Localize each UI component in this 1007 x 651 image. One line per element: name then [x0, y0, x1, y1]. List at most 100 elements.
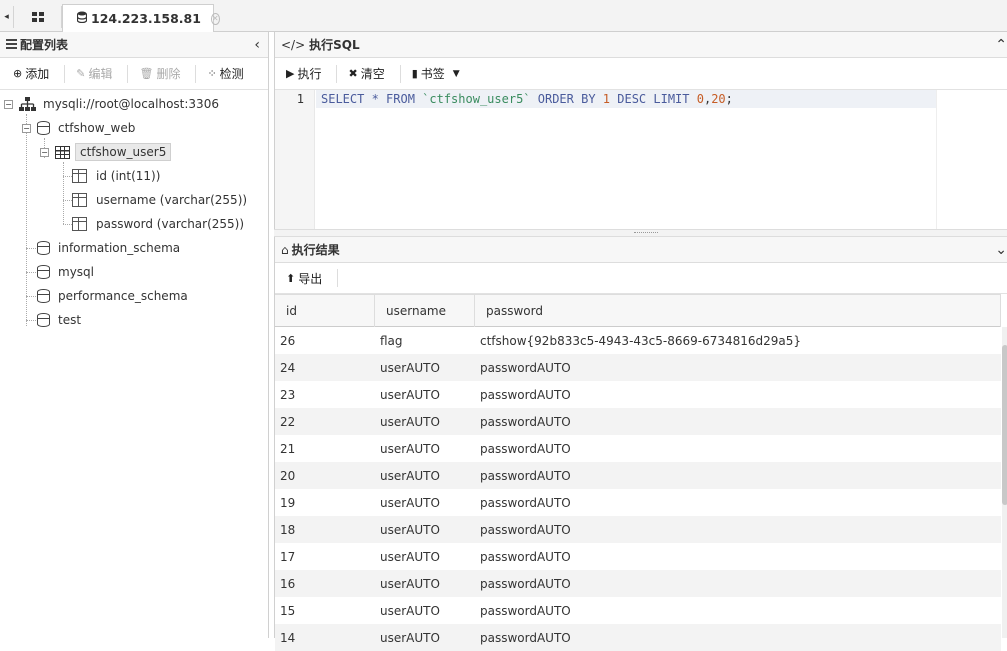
table-cell-password[interactable]: passwordAUTO	[480, 543, 571, 570]
collapse-icon[interactable]: ‹	[254, 37, 260, 53]
tree-node-column-id[interactable]: id (int(11))	[72, 166, 160, 186]
collapse-toggle-icon[interactable]: −	[4, 99, 13, 109]
table-cell-id[interactable]: 16	[280, 570, 295, 597]
column-icon	[72, 217, 87, 231]
table-cell-password[interactable]: passwordAUTO	[480, 489, 571, 516]
tree-node-connection[interactable]: − mysqli://root@localhost:3306	[4, 94, 219, 114]
table-cell-username[interactable]: userAUTO	[380, 354, 440, 381]
close-icon[interactable]: ✕	[210, 12, 220, 25]
print-margin	[936, 90, 937, 230]
tree-node-db-information-schema[interactable]: information_schema	[37, 238, 180, 258]
table-row[interactable]: 17 userAUTO passwordAUTO	[275, 543, 1001, 570]
table-cell-password[interactable]: passwordAUTO	[480, 597, 571, 624]
close-icon: ✖	[348, 67, 358, 80]
table-cell-username[interactable]: userAUTO	[380, 435, 440, 462]
table-cell-id[interactable]: 26	[280, 327, 295, 354]
table-cell-username[interactable]: userAUTO	[380, 597, 440, 624]
table-cell-password[interactable]: passwordAUTO	[480, 354, 571, 381]
table-cell-id[interactable]: 19	[280, 489, 295, 516]
table-cell-password[interactable]: passwordAUTO	[480, 516, 571, 543]
table-cell-id[interactable]: 17	[280, 543, 295, 570]
table-cell-username[interactable]: flag	[380, 327, 403, 354]
table-row[interactable]: 15 userAUTO passwordAUTO	[275, 597, 1001, 624]
execute-sql-panel: </> 执行SQL ⌃ ▶ 执行 ✖ 清空 ▮ 书签 ▼ 1 SELECT * FROM…	[274, 32, 1007, 230]
tree-node-label: mysqli://root@localhost:3306	[43, 97, 219, 111]
collapse-toggle-icon[interactable]: −	[40, 147, 49, 157]
server-tree-icon	[19, 97, 36, 111]
delete-button[interactable]: 🗑 删除	[134, 63, 185, 85]
check-button[interactable]: ⁘ 检测	[202, 63, 248, 85]
table-cell-password[interactable]: passwordAUTO	[480, 435, 571, 462]
table-cell-id[interactable]: 21	[280, 435, 295, 462]
play-icon: ▶	[286, 67, 295, 80]
table-cell-username[interactable]: userAUTO	[380, 570, 440, 597]
tree-node-db-test[interactable]: test	[37, 310, 81, 330]
table-cell-username[interactable]: userAUTO	[380, 489, 440, 516]
panel-title: 配置列表	[20, 38, 69, 52]
bookmark-dropdown-button[interactable]: ▮ 书签 ▼	[407, 63, 465, 85]
result-toolbar: ⬆ 导出	[275, 263, 1007, 294]
column-header-id[interactable]: id	[275, 295, 375, 327]
tree-guide-line	[63, 200, 72, 201]
spinner-icon: ⁘	[207, 67, 217, 80]
table-cell-id[interactable]: 20	[280, 462, 295, 489]
table-row[interactable]: 19 userAUTO passwordAUTO	[275, 489, 1001, 516]
panel-title: 执行结果	[291, 243, 340, 257]
column-header-password[interactable]: password	[475, 295, 1001, 327]
tab-connection[interactable]: 124.223.158.81 ✕	[62, 4, 220, 32]
tree-guide-line	[26, 114, 27, 326]
scrollbar-thumb[interactable]	[1002, 345, 1007, 505]
table-cell-id[interactable]: 22	[280, 408, 295, 435]
config-list-panel: 配置列表 ‹ ⊕ 添加 ✎ 编辑 🗑 删除 ⁘ 检测 − mysqli://root@l…	[0, 32, 269, 638]
add-button[interactable]: ⊕ 添加	[8, 63, 54, 85]
table-row[interactable]: 16 userAUTO passwordAUTO	[275, 570, 1001, 597]
table-cell-password[interactable]: passwordAUTO	[480, 570, 571, 597]
table-cell-password[interactable]: passwordAUTO	[480, 462, 571, 489]
table-cell-id[interactable]: 18	[280, 516, 295, 543]
tree-guide-line	[26, 248, 36, 249]
grid-icon[interactable]	[14, 6, 62, 28]
table-row[interactable]: 24 userAUTO passwordAUTO	[275, 354, 1001, 381]
tree-node-table-ctfshow-user5[interactable]: − ctfshow_user5	[40, 142, 172, 162]
tab-scroll-left-button[interactable]: ◂	[0, 6, 14, 28]
table-row[interactable]: 20 userAUTO passwordAUTO	[275, 462, 1001, 489]
edit-button[interactable]: ✎ 编辑	[71, 63, 117, 85]
export-button[interactable]: ⬆ 导出	[281, 267, 327, 289]
grip-icon	[634, 232, 658, 233]
table-cell-password[interactable]: ctfshow{92b833c5-4943-43c5-8669-6734816d…	[480, 327, 801, 354]
table-cell-username[interactable]: userAUTO	[380, 381, 440, 408]
table-cell-password[interactable]: passwordAUTO	[480, 381, 571, 408]
table-cell-username[interactable]: userAUTO	[380, 408, 440, 435]
table-row[interactable]: 21 userAUTO passwordAUTO	[275, 435, 1001, 462]
execute-button[interactable]: ▶ 执行	[281, 63, 326, 85]
tree-node-column-username[interactable]: username (varchar(255))	[72, 190, 247, 210]
sql-editor[interactable]: 1 SELECT * FROM `ctfshow_user5` ORDER BY…	[275, 90, 1007, 230]
table-row[interactable]: 22 userAUTO passwordAUTO	[275, 408, 1001, 435]
table-cell-username[interactable]: userAUTO	[380, 516, 440, 543]
edit-icon: ✎	[76, 67, 86, 80]
collapse-toggle-icon[interactable]: −	[22, 123, 31, 133]
plus-circle-icon: ⊕	[13, 67, 23, 80]
column-header-username[interactable]: username	[375, 295, 475, 327]
tree-node-db-performance-schema[interactable]: performance_schema	[37, 286, 188, 306]
table-cell-id[interactable]: 24	[280, 354, 295, 381]
tree-node-column-password[interactable]: password (varchar(255))	[72, 214, 244, 234]
toolbar-divider	[337, 269, 339, 287]
table-cell-username[interactable]: userAUTO	[380, 543, 440, 570]
pane-splitter[interactable]	[274, 229, 1007, 237]
table-cell-id[interactable]: 23	[280, 381, 295, 408]
table-cell-password[interactable]: passwordAUTO	[480, 408, 571, 435]
vertical-scrollbar[interactable]	[1002, 327, 1007, 638]
collapse-icon[interactable]: ⌄	[995, 242, 1007, 258]
clear-button[interactable]: ✖ 清空	[343, 63, 389, 85]
table-row[interactable]: 23 userAUTO passwordAUTO	[275, 381, 1001, 408]
table-row[interactable]: 18 userAUTO passwordAUTO	[275, 516, 1001, 543]
tree-node-db-ctfshow-web[interactable]: − ctfshow_web	[22, 118, 135, 138]
table-cell-username[interactable]: userAUTO	[380, 462, 440, 489]
tab-connection-label: 124.223.158.81	[91, 11, 201, 26]
table-cell-id[interactable]: 15	[280, 597, 295, 624]
table-row[interactable]: 26 flag ctfshow{92b833c5-4943-43c5-8669-67…	[275, 327, 1001, 354]
tree-node-db-mysql[interactable]: mysql	[37, 262, 94, 282]
panel-title: 执行SQL	[309, 38, 360, 52]
collapse-icon[interactable]: ⌃	[995, 37, 1007, 53]
